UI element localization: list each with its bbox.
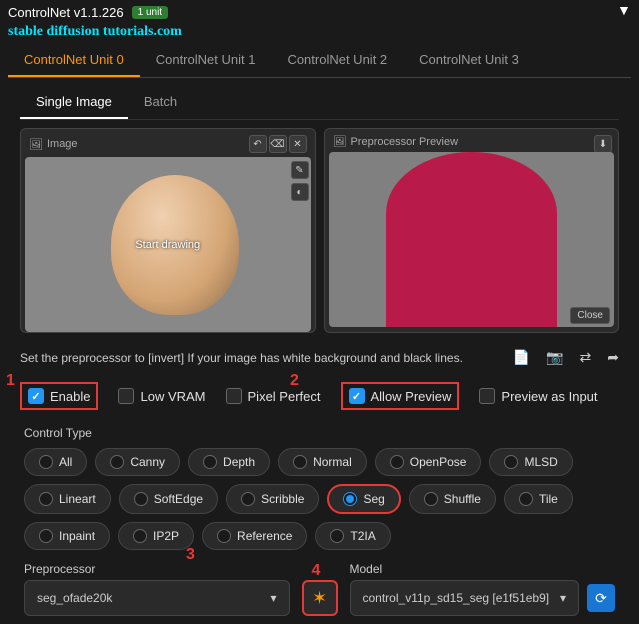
unit-badge: 1 unit — [132, 6, 168, 19]
radio-icon — [343, 492, 357, 506]
model-label: Model — [350, 562, 616, 576]
preprocessor-dropdown[interactable]: seg_ofade20k▾ — [24, 580, 290, 616]
start-drawing-overlay: Start drawing — [135, 239, 200, 251]
new-canvas-icon[interactable]: 📄 — [513, 349, 530, 366]
control-type-canny[interactable]: Canny — [95, 448, 180, 476]
control-type-softedge[interactable]: SoftEdge — [119, 484, 218, 514]
radio-icon — [39, 529, 53, 543]
preview-panel: 🖼 Preprocessor Preview ⬇ Close — [324, 128, 620, 333]
collapse-icon[interactable]: ▲ — [617, 4, 631, 20]
radio-icon — [241, 492, 255, 506]
run-preprocessor-button[interactable]: ✶ — [302, 580, 338, 616]
close-button[interactable]: Close — [570, 307, 610, 324]
annotation-4: 4 — [312, 562, 321, 580]
control-type-scribble[interactable]: Scribble — [226, 484, 319, 514]
control-type-seg[interactable]: Seg — [327, 484, 400, 514]
preview-image — [329, 152, 615, 327]
tab-unit-2[interactable]: ControlNet Unit 2 — [271, 44, 403, 77]
control-type-openpose[interactable]: OpenPose — [375, 448, 482, 476]
hint-text: Set the preprocessor to [invert] If your… — [20, 351, 463, 365]
control-type-reference[interactable]: Reference — [202, 522, 307, 550]
chevron-down-icon: ▾ — [270, 591, 276, 605]
control-type-ip2p[interactable]: IP2P — [118, 522, 194, 550]
control-type-t2ia[interactable]: T2IA — [315, 522, 390, 550]
mode-tabs: Single Image Batch — [20, 86, 619, 120]
radio-icon — [390, 455, 404, 469]
model-dropdown[interactable]: control_v11p_sd15_seg [e1f51eb9]▾ — [350, 580, 580, 616]
eraser-icon[interactable]: ⌫ — [269, 135, 287, 153]
radio-icon — [133, 529, 147, 543]
previewasinput-checkbox[interactable]: Preview as Input — [479, 388, 597, 404]
control-type-label: Control Type — [0, 418, 639, 444]
tab-unit-1[interactable]: ControlNet Unit 1 — [140, 44, 272, 77]
tab-unit-0[interactable]: ControlNet Unit 0 — [8, 44, 140, 77]
undo-icon[interactable]: ↶ — [249, 135, 267, 153]
swap-icon[interactable]: ⇄ — [580, 349, 592, 366]
remove-icon[interactable]: ✕ — [289, 135, 307, 153]
control-type-inpaint[interactable]: Inpaint — [24, 522, 110, 550]
radio-icon — [293, 455, 307, 469]
pixelperfect-checkbox[interactable]: Pixel Perfect — [226, 388, 321, 404]
annotation-3: 3 — [186, 546, 195, 564]
unit-tabs: ControlNet Unit 0 ControlNet Unit 1 Cont… — [8, 44, 631, 78]
image-panel: 🖼 Image ↶ ⌫ ✕ Start drawing ✎ ◐ — [20, 128, 316, 333]
radio-icon — [504, 455, 518, 469]
control-type-tile[interactable]: Tile — [504, 484, 573, 514]
download-icon[interactable]: ⬇ — [594, 135, 612, 153]
radio-icon — [203, 455, 217, 469]
radio-icon — [424, 492, 438, 506]
refresh-button[interactable]: ⟳ — [587, 584, 615, 612]
subtab-batch[interactable]: Batch — [128, 86, 193, 119]
image-label: Image — [47, 138, 78, 150]
radio-icon — [110, 455, 124, 469]
control-type-normal[interactable]: Normal — [278, 448, 367, 476]
lowvram-checkbox[interactable]: Low VRAM — [118, 388, 205, 404]
tab-unit-3[interactable]: ControlNet Unit 3 — [403, 44, 535, 77]
controlnet-title: ControlNet v1.1.226 — [8, 5, 124, 20]
radio-icon — [39, 455, 53, 469]
brush-icon[interactable]: ✎ — [291, 161, 309, 179]
allowpreview-checkbox[interactable]: Allow Preview — [341, 382, 460, 410]
preview-icon: 🖼 — [333, 135, 347, 148]
radio-icon — [519, 492, 533, 506]
image-icon: 🖼 — [29, 138, 43, 151]
input-image[interactable]: Start drawing — [25, 157, 311, 332]
control-type-lineart[interactable]: Lineart — [24, 484, 111, 514]
watermark: stable diffusion tutorials.com — [0, 24, 639, 40]
chevron-down-icon: ▾ — [560, 591, 566, 605]
preprocessor-label: Preprocessor — [24, 562, 290, 576]
preview-label: Preprocessor Preview — [350, 136, 458, 148]
radio-icon — [39, 492, 53, 506]
control-type-mlsd[interactable]: MLSD — [489, 448, 572, 476]
control-type-group: All Canny Depth Normal OpenPoseMLSD Lineart So… — [0, 444, 639, 554]
color-icon[interactable]: ◐ — [291, 183, 309, 201]
subtab-single[interactable]: Single Image — [20, 86, 128, 119]
enable-checkbox[interactable]: Enable — [20, 382, 98, 410]
control-type-all[interactable]: All — [24, 448, 87, 476]
radio-icon — [217, 529, 231, 543]
annotation-1: 1 — [6, 372, 15, 390]
control-type-depth[interactable]: Depth — [188, 448, 270, 476]
send-icon[interactable]: ➦ — [607, 349, 619, 366]
webcam-icon[interactable]: 📷 — [546, 349, 563, 366]
radio-icon — [134, 492, 148, 506]
control-type-shuffle[interactable]: Shuffle — [409, 484, 496, 514]
annotation-2: 2 — [290, 372, 299, 390]
radio-icon — [330, 529, 344, 543]
